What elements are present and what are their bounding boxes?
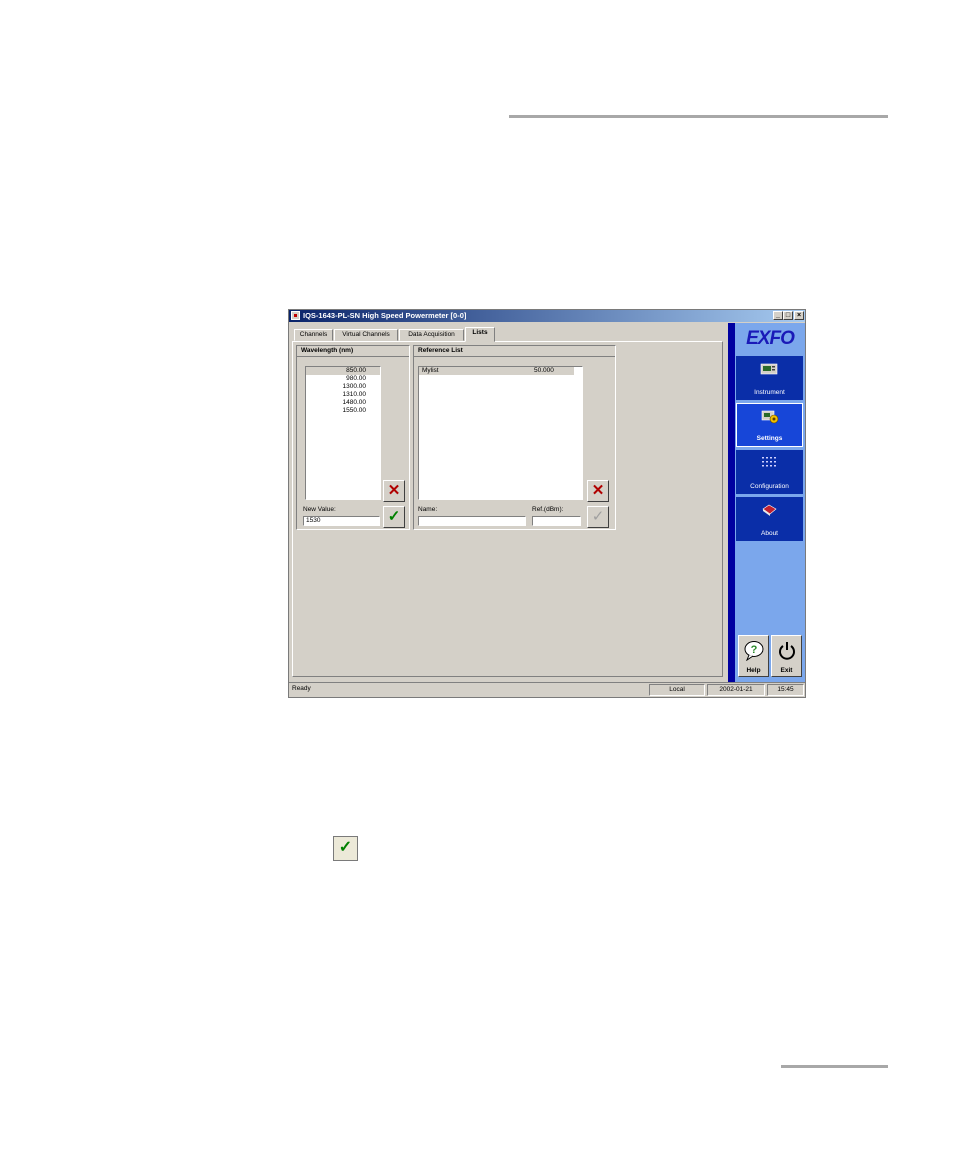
wavelength-list[interactable]: 850.00 980.00 1300.00 1310.00 1480.00 15… — [305, 366, 381, 500]
lists-tab-panel: Wavelength (nm) 850.00 980.00 1300.00 13… — [292, 341, 723, 677]
minimize-button[interactable]: _ — [773, 311, 783, 320]
status-mode: Local — [649, 684, 705, 696]
sidebar-item-configuration[interactable]: Configuration — [736, 450, 803, 494]
sidebar-item-settings[interactable]: Settings — [736, 403, 803, 447]
delete-wavelength-button[interactable]: ✕ — [383, 480, 405, 502]
window-title: IQS-1643-PL-SN High Speed Powermeter [0-… — [303, 311, 467, 320]
add-wavelength-button[interactable]: ✓ — [383, 506, 405, 528]
status-bar: Ready Local 2002-01-21 15:45 — [289, 682, 805, 698]
delete-x-icon: ✕ — [591, 482, 605, 499]
add-reference-button[interactable]: ✓ — [587, 506, 609, 528]
checkmark-icon: ✓ — [338, 839, 353, 856]
about-book-icon — [762, 504, 777, 516]
exfo-logo: EXFO — [735, 323, 805, 355]
sidebar-item-label: Configuration — [750, 483, 789, 490]
status-time: 15:45 — [767, 684, 804, 696]
list-item[interactable]: 980.00 — [306, 375, 380, 383]
sidebar-item-label: About — [761, 530, 778, 537]
apply-button-illustration: ✓ — [333, 836, 358, 861]
tab-data-acquisition[interactable]: Data Acquisition — [399, 329, 464, 341]
help-bubble-icon: ? — [744, 641, 764, 661]
reference-list-title: Reference List — [414, 346, 615, 357]
list-item[interactable]: 1550.00 — [306, 407, 380, 415]
sidebar-item-label: Instrument — [754, 389, 785, 396]
checkmark-icon: ✓ — [591, 508, 605, 525]
ref-dbm-label: Ref.(dBm): — [532, 506, 564, 513]
name-label: Name: — [418, 506, 438, 513]
maximize-button[interactable]: □ — [783, 311, 793, 320]
sidebar-item-instrument[interactable]: Instrument — [736, 356, 803, 400]
status-text: Ready — [292, 685, 311, 692]
list-item[interactable]: Mylist 50.000 — [419, 367, 574, 375]
reference-list-group: Reference List Mylist 50.000 ✕ ✓ Name: R… — [413, 345, 616, 530]
delete-x-icon: ✕ — [387, 482, 401, 499]
sidebar-item-label: Settings — [756, 435, 783, 442]
instrument-icon — [760, 363, 778, 375]
list-item[interactable]: 1480.00 — [306, 399, 380, 407]
exit-label: Exit — [780, 667, 793, 674]
name-input[interactable] — [418, 516, 526, 526]
checkmark-icon: ✓ — [387, 508, 401, 525]
powermeter-window: IQS-1643-PL-SN High Speed Powermeter [0-… — [288, 309, 806, 698]
sidebar: EXFO Instrument Settings Configuration A… — [728, 323, 805, 682]
new-value-label: New Value: — [303, 506, 336, 513]
svg-text:?: ? — [751, 644, 758, 656]
list-item[interactable]: 1310.00 — [306, 391, 380, 399]
list-item[interactable]: 1300.00 — [306, 383, 380, 391]
page-footer-rule — [781, 1065, 888, 1068]
settings-icon — [761, 410, 779, 424]
status-date: 2002-01-21 — [707, 684, 765, 696]
configuration-icon — [762, 457, 776, 467]
sidebar-edge — [728, 323, 735, 682]
wavelength-title: Wavelength (nm) — [297, 346, 409, 357]
tab-channels[interactable]: Channels — [294, 329, 333, 341]
exit-button[interactable]: Exit — [771, 635, 802, 677]
ref-dbm-input[interactable] — [532, 516, 581, 526]
help-button[interactable]: ? Help — [738, 635, 769, 677]
power-icon — [779, 642, 795, 660]
list-item[interactable]: 850.00 — [306, 367, 380, 375]
reference-name: Mylist — [422, 367, 439, 374]
title-bar: IQS-1643-PL-SN High Speed Powermeter [0-… — [289, 310, 805, 322]
app-icon — [291, 311, 300, 320]
help-label: Help — [746, 667, 761, 674]
close-button[interactable]: × — [794, 311, 804, 320]
reference-value: 50.000 — [534, 367, 554, 374]
wavelength-group: Wavelength (nm) 850.00 980.00 1300.00 13… — [296, 345, 410, 530]
delete-reference-button[interactable]: ✕ — [587, 480, 609, 502]
page-header-rule — [509, 115, 888, 118]
tab-lists[interactable]: Lists — [465, 327, 495, 342]
sidebar-item-about[interactable]: About — [736, 497, 803, 541]
reference-list[interactable]: Mylist 50.000 — [418, 366, 583, 500]
new-value-input[interactable]: 1530 — [303, 516, 380, 526]
tab-virtual-channels[interactable]: Virtual Channels — [334, 329, 398, 341]
